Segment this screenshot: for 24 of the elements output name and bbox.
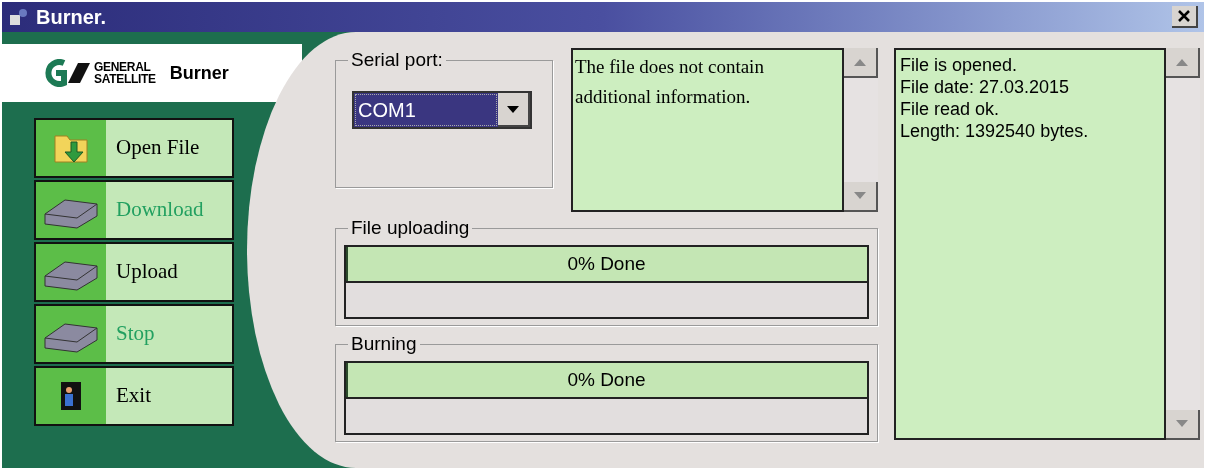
menu-button[interactable]: Open File [34,118,234,178]
exit-door-icon [60,381,82,411]
info-text: The file does not contain additional information. [575,56,764,107]
app-name: Burner [169,61,229,85]
brand-name: GENERAL [94,61,152,73]
close-button[interactable] [1172,6,1198,28]
log-line: File read ok. [900,98,1001,120]
company-logo [42,59,90,87]
menu-button[interactable]: Upload [34,242,234,302]
brand-name: SATELLITE [94,73,156,85]
port-dropdown[interactable]: COM1 [352,91,532,129]
dropdown-value: COM1 [354,93,498,127]
log-line: File date: 27.03.2015 [900,76,1071,98]
window-title: Burner. [36,5,107,30]
progress-reading: 0% Done [567,367,646,392]
log-line: Length: 1392540 bytes. [900,120,1090,142]
scrollbar[interactable] [1166,48,1200,440]
caret-icon [507,105,519,113]
app-icon [8,7,30,27]
progress-reading: 0% Done [567,251,646,276]
menu-button[interactable]: Exit [34,366,234,426]
scrollbar[interactable] [844,48,878,212]
log-line: File is opened. [900,54,1019,76]
close-icon [1178,10,1190,22]
